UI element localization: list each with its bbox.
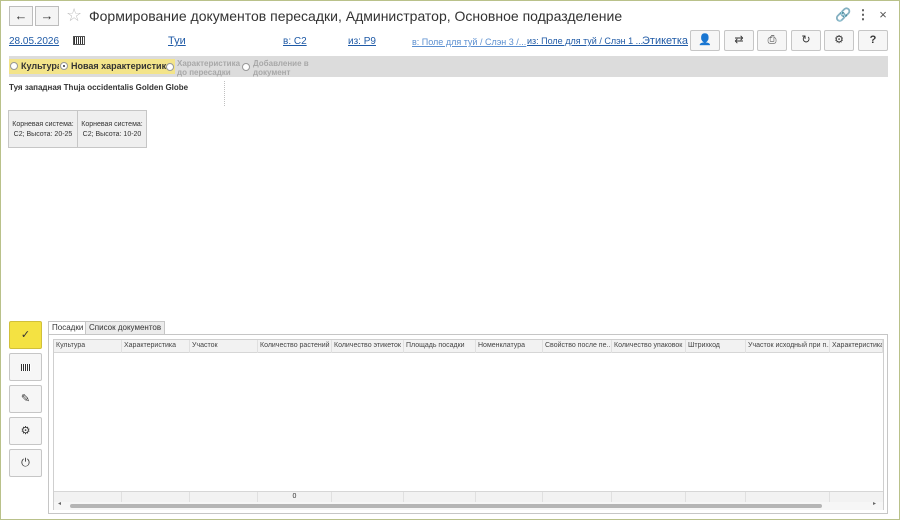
column-header[interactable]: Штрихкод bbox=[686, 340, 746, 353]
settings-button[interactable]: ⚙ bbox=[824, 30, 854, 51]
from-field-link[interactable]: из: Поле для туй / Слэн 1 ... bbox=[527, 36, 643, 46]
footer-cell bbox=[54, 492, 122, 502]
check-icon: ✓ bbox=[20, 329, 31, 341]
user-icon: 👤 bbox=[698, 34, 712, 46]
column-header[interactable]: Количество этикеток bbox=[332, 340, 404, 353]
application-window: ← → ☆ Формирование документов пересадки,… bbox=[0, 0, 900, 520]
mode-bar: Культура Новая характеристика Характерис… bbox=[9, 56, 888, 77]
column-header[interactable]: Номенклатура bbox=[476, 340, 543, 353]
print-icon: ⎙ bbox=[767, 34, 777, 46]
footer-cell bbox=[332, 492, 404, 502]
column-header[interactable]: Характеристика bbox=[122, 340, 190, 353]
radio-icon bbox=[242, 63, 250, 71]
characteristic-button[interactable]: Корневая система: С2; Высота: 20-25 bbox=[8, 110, 78, 148]
back-button[interactable]: ← bbox=[9, 6, 33, 26]
close-icon[interactable]: × bbox=[875, 7, 891, 22]
mode-char-before-radio[interactable]: Характеристика до пересадки bbox=[165, 59, 243, 77]
footer-cell bbox=[746, 492, 830, 502]
transfer-icon: ⇄ bbox=[734, 34, 744, 46]
characteristic-line: С2; Высота: 20-25 bbox=[13, 131, 73, 138]
footer-cell bbox=[190, 492, 258, 502]
radio-icon bbox=[166, 63, 174, 71]
to-field-link[interactable]: в: Поле для туй / Слэн 3 /... bbox=[412, 37, 526, 47]
user-button[interactable]: 👤 bbox=[690, 30, 720, 51]
mode-char-before-label: Характеристика до пересадки bbox=[177, 59, 241, 77]
table-panel: Культура Характеристика Участок Количест… bbox=[48, 334, 888, 514]
culture-link[interactable]: Туи bbox=[168, 35, 186, 47]
edit-document-icon: ✎ bbox=[20, 393, 31, 405]
column-header[interactable]: Участок bbox=[190, 340, 258, 353]
mode-add-to-doc-radio[interactable]: Добавление в документ bbox=[241, 59, 309, 77]
refresh-icon: ↻ bbox=[801, 34, 811, 46]
tab-document-list[interactable]: Список документов bbox=[85, 321, 166, 335]
forward-button[interactable]: → bbox=[35, 6, 59, 26]
characteristic-line: С2; Высота: 10-20 bbox=[82, 131, 142, 138]
barcode-icon bbox=[20, 363, 31, 371]
characteristic-button[interactable]: Корневая система: С2; Высота: 10-20 bbox=[77, 110, 147, 148]
print-button[interactable]: ⎙ bbox=[757, 30, 787, 51]
column-header[interactable]: Культура bbox=[54, 340, 122, 353]
table-footer: 0 bbox=[54, 491, 883, 502]
characteristic-line: Корневая система: bbox=[12, 121, 74, 128]
column-header[interactable]: Площадь посадки bbox=[404, 340, 476, 353]
barcode-icon[interactable] bbox=[73, 36, 85, 45]
characteristic-line: Корневая система: bbox=[81, 121, 143, 128]
arrow-right-icon: → bbox=[40, 8, 54, 23]
mode-new-characteristic-radio[interactable]: Новая характеристика bbox=[59, 59, 176, 74]
tab-plantings[interactable]: Посадки bbox=[48, 321, 88, 335]
divider bbox=[224, 81, 225, 106]
power-button[interactable]: ⏻ bbox=[9, 449, 42, 477]
star-icon[interactable]: ☆ bbox=[66, 5, 82, 26]
horizontal-scrollbar[interactable]: ◂ ▸ bbox=[54, 500, 883, 510]
window-title: Формирование документов пересадки, Админ… bbox=[89, 8, 623, 24]
scroll-left-icon[interactable]: ◂ bbox=[58, 500, 61, 507]
gear-icon: ⚙ bbox=[20, 425, 31, 437]
footer-cell bbox=[612, 492, 686, 502]
gear-icon: ⚙ bbox=[834, 34, 844, 46]
column-header[interactable]: Свойство после пе... bbox=[543, 340, 612, 353]
plantings-table[interactable]: Культура Характеристика Участок Количест… bbox=[53, 339, 884, 510]
cultivar-title: Туя западная Thuja occidentalis Golden G… bbox=[9, 83, 189, 92]
link-icon[interactable]: 🔗 bbox=[835, 7, 851, 23]
column-header[interactable]: Участок исходный при п... bbox=[746, 340, 830, 353]
title-bar: ← → ☆ Формирование документов пересадки,… bbox=[9, 5, 893, 28]
transfer-button[interactable]: ⇄ bbox=[724, 30, 754, 51]
scroll-right-icon[interactable]: ▸ bbox=[873, 500, 876, 507]
barcode-button[interactable] bbox=[9, 353, 42, 381]
total-plants: 0 bbox=[258, 492, 332, 502]
radio-icon bbox=[10, 62, 18, 70]
settings-side-button[interactable]: ⚙ bbox=[9, 417, 42, 445]
to-area-link[interactable]: в: С2 bbox=[283, 36, 307, 47]
more-vertical-icon[interactable]: ⋮ bbox=[855, 7, 871, 23]
help-button[interactable]: ? bbox=[858, 30, 888, 51]
power-icon: ⏻ bbox=[21, 457, 30, 469]
footer-cell bbox=[404, 492, 476, 502]
arrow-left-icon: ← bbox=[14, 8, 28, 23]
date-field[interactable]: 28.05.2026 bbox=[9, 36, 59, 47]
scroll-thumb[interactable] bbox=[70, 504, 822, 508]
column-header[interactable]: Количество упаковок bbox=[612, 340, 686, 353]
column-header[interactable]: Характеристика bbox=[830, 340, 883, 353]
label-link[interactable]: Этикетка bbox=[642, 35, 688, 47]
mode-culture-radio[interactable]: Культура bbox=[9, 59, 66, 74]
footer-cell bbox=[543, 492, 612, 502]
footer-cell bbox=[686, 492, 746, 502]
refresh-button[interactable]: ↻ bbox=[791, 30, 821, 51]
mode-add-to-doc-label: Добавление в документ bbox=[253, 59, 309, 77]
mode-culture-label: Культура bbox=[21, 61, 62, 71]
radio-selected-icon bbox=[60, 62, 68, 70]
column-header[interactable]: Количество растений bbox=[258, 340, 332, 353]
edit-document-button[interactable]: ✎ bbox=[9, 385, 42, 413]
mode-new-characteristic-label: Новая характеристика bbox=[71, 61, 172, 71]
confirm-button[interactable]: ✓ bbox=[9, 321, 42, 349]
table-header: Культура Характеристика Участок Количест… bbox=[54, 340, 883, 353]
footer-cell bbox=[476, 492, 543, 502]
footer-cell bbox=[122, 492, 190, 502]
from-area-link[interactable]: из: Р9 bbox=[348, 36, 376, 47]
